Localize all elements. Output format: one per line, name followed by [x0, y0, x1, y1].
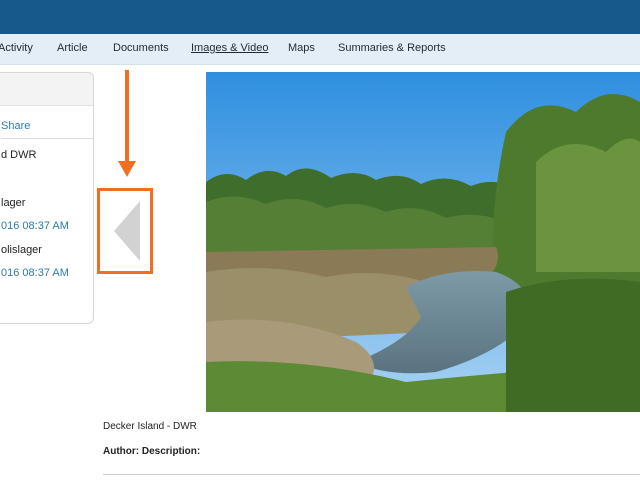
- tab-summaries-reports[interactable]: Summaries & Reports: [338, 42, 446, 54]
- author-description-label: Author: Description:: [103, 446, 201, 457]
- photo-caption: Decker Island - DWR: [103, 421, 197, 432]
- modified-by-name: olislager: [1, 244, 42, 256]
- panel-header: [0, 73, 93, 106]
- section-nav: Activity Article Documents Images & Vide…: [0, 34, 640, 65]
- created-by-name: lager: [1, 197, 26, 209]
- tab-activity[interactable]: Activity: [0, 42, 33, 54]
- panel-divider: [1, 138, 93, 139]
- top-header-bar: [0, 0, 640, 34]
- tab-article[interactable]: Article: [57, 42, 88, 54]
- divider: [103, 474, 640, 475]
- tab-documents[interactable]: Documents: [113, 42, 169, 54]
- annotation-highlight-box: [97, 188, 153, 274]
- tab-images-video[interactable]: Images & Video: [191, 42, 268, 54]
- owner-name: d DWR: [1, 149, 37, 161]
- share-link[interactable]: Share: [1, 120, 30, 132]
- tab-maps[interactable]: Maps: [288, 42, 315, 54]
- annotation-arrow-head: [118, 161, 136, 177]
- gallery-photo: [206, 72, 640, 412]
- annotation-arrow-shaft: [125, 70, 129, 166]
- chevron-left-icon[interactable]: [114, 201, 140, 261]
- item-details-panel: Share d DWR lager 016 08:37 AM olislager…: [0, 72, 94, 324]
- created-timestamp[interactable]: 016 08:37 AM: [1, 220, 69, 232]
- modified-timestamp[interactable]: 016 08:37 AM: [1, 267, 69, 279]
